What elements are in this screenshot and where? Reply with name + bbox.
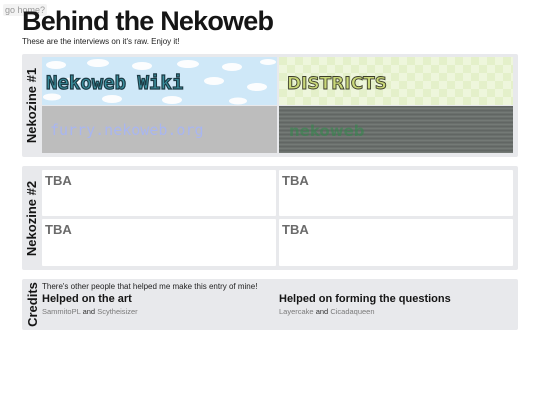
- tba-card: TBA: [279, 170, 513, 216]
- nekozine-1-section: Nekozine #1 Nekoweb Wiki DISTRICTS furry…: [22, 54, 518, 157]
- credits-intro: There's other people that helped me make…: [42, 282, 258, 291]
- districts-banner[interactable]: DISTRICTS: [279, 57, 513, 105]
- questions-credit-names: Layercake and Cicadaqueen: [279, 307, 375, 316]
- furry-nekoweb-banner-image: furry.nekoweb.org: [42, 106, 277, 153]
- nekozine-2-section: Nekozine #2 TBA TBA TBA TBA: [22, 166, 518, 270]
- art-credit-heading: Helped on the art: [42, 293, 132, 305]
- furry-nekoweb-banner[interactable]: furry.nekoweb.org: [42, 106, 277, 153]
- credits-label: Credits: [24, 282, 40, 327]
- credit-name-link[interactable]: SammitoPL: [42, 307, 81, 316]
- tba-card: TBA: [42, 170, 276, 216]
- tba-card: TBA: [279, 219, 513, 266]
- nekoweb-wiki-banner[interactable]: Nekoweb Wiki: [42, 57, 277, 105]
- art-credit-names: SammitoPL and Scytheisizer: [42, 307, 138, 316]
- nekoweb-dark-banner-image: nekoweb: [279, 106, 513, 153]
- nekozine-1-label: Nekozine #1: [24, 67, 40, 144]
- nekoweb-wiki-banner-image: Nekoweb Wiki: [42, 57, 277, 105]
- nekoweb-wiki-text: Nekoweb Wiki: [46, 72, 183, 94]
- credits-section: Credits There's other people that helped…: [22, 279, 518, 330]
- questions-credit-heading: Helped on forming the questions: [279, 293, 451, 305]
- tba-card: TBA: [42, 219, 276, 266]
- nekoweb-dark-text: nekoweb: [289, 122, 365, 140]
- districts-banner-image: DISTRICTS: [279, 57, 513, 105]
- nekozine-2-label: Nekozine #2: [24, 180, 40, 256]
- districts-text: DISTRICTS: [287, 74, 387, 94]
- page-title: Behind the Nekoweb: [22, 6, 274, 36]
- page-subtitle: These are the interviews on it's raw. En…: [22, 37, 180, 46]
- furry-nekoweb-text: furry.nekoweb.org: [50, 121, 204, 139]
- credit-name-link[interactable]: Cicadaqueen: [330, 307, 374, 316]
- credit-name-link[interactable]: Layercake: [279, 307, 314, 316]
- credit-name-link[interactable]: Scytheisizer: [97, 307, 137, 316]
- nekoweb-dark-banner[interactable]: nekoweb: [279, 106, 513, 153]
